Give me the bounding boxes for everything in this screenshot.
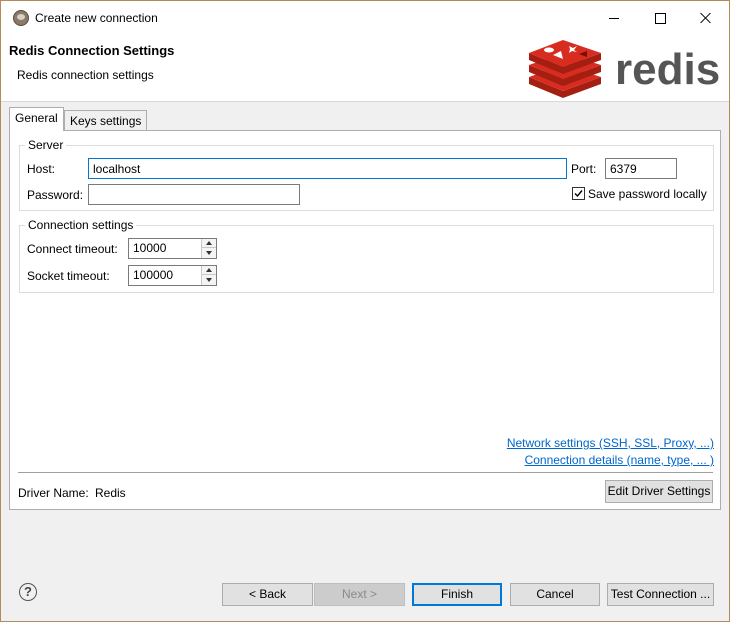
server-group-label: Server — [25, 138, 67, 152]
minimize-icon — [609, 17, 619, 19]
title-bar: Create new connection — [1, 1, 729, 35]
close-button[interactable] — [683, 1, 729, 35]
server-group: Server Host: Port: Password: Save passwo… — [19, 138, 714, 211]
cancel-button[interactable]: Cancel — [510, 583, 600, 606]
save-password-label: Save password locally — [588, 187, 707, 201]
close-icon — [700, 12, 712, 24]
arrow-up-icon — [206, 241, 212, 245]
connect-timeout-down-button[interactable] — [201, 248, 216, 258]
host-input[interactable] — [88, 158, 567, 179]
password-input[interactable] — [88, 184, 300, 205]
help-icon[interactable]: ? — [19, 583, 37, 601]
logo-wordmark: redis — [615, 45, 720, 94]
finish-button[interactable]: Finish — [412, 583, 502, 606]
socket-timeout-up-button[interactable] — [201, 266, 216, 275]
checkmark-icon — [574, 190, 583, 198]
test-connection-button[interactable]: Test Connection ... — [607, 583, 714, 606]
connect-timeout-up-button[interactable] — [201, 239, 216, 248]
connection-group-label: Connection settings — [25, 218, 137, 232]
connection-settings-group: Connection settings Connect timeout: 100… — [19, 218, 714, 293]
tab-panel-general: Server Host: Port: Password: Save passwo… — [9, 130, 721, 510]
driver-separator — [18, 472, 713, 473]
wizard-header: Redis Connection Settings Redis connecti… — [1, 35, 729, 102]
maximize-icon — [654, 12, 666, 24]
network-settings-link[interactable]: Network settings (SSH, SSL, Proxy, ...) — [507, 436, 714, 450]
password-label: Password: — [27, 188, 84, 202]
port-label: Port: — [571, 162, 597, 176]
host-label: Host: — [27, 162, 56, 176]
arrow-up-icon — [206, 268, 212, 272]
page-subtitle: Redis connection settings — [17, 68, 154, 82]
connect-timeout-spinner[interactable]: 10000 — [128, 238, 217, 259]
driver-name-value: Redis — [95, 486, 126, 500]
redis-cube-icon — [529, 40, 601, 98]
app-icon — [13, 10, 29, 26]
socket-timeout-value: 100000 — [133, 268, 174, 282]
connect-timeout-label: Connect timeout: — [27, 242, 118, 256]
tab-general[interactable]: General — [9, 107, 64, 131]
create-connection-dialog: Create new connection Redis Connection S… — [0, 0, 730, 622]
socket-timeout-spinner[interactable]: 100000 — [128, 265, 217, 286]
port-input[interactable] — [605, 158, 677, 179]
redis-logo: redis — [529, 40, 720, 98]
edit-driver-settings-button[interactable]: Edit Driver Settings — [605, 480, 713, 503]
back-button[interactable]: < Back — [222, 583, 313, 606]
maximize-button[interactable] — [637, 1, 683, 35]
minimize-button[interactable] — [591, 1, 637, 35]
connection-details-link[interactable]: Connection details (name, type, ... ) — [525, 453, 714, 467]
socket-timeout-down-button[interactable] — [201, 275, 216, 285]
connect-timeout-value: 10000 — [133, 241, 167, 255]
arrow-down-icon — [206, 251, 212, 255]
tab-keys-settings[interactable]: Keys settings — [64, 110, 148, 130]
arrow-down-icon — [206, 278, 212, 282]
page-title: Redis Connection Settings — [9, 43, 175, 58]
save-password-checkbox[interactable] — [572, 187, 585, 200]
window-title: Create new connection — [35, 11, 158, 25]
socket-timeout-label: Socket timeout: — [27, 269, 110, 283]
next-button[interactable]: Next > — [314, 583, 405, 606]
driver-name-label: Driver Name: — [18, 486, 89, 500]
